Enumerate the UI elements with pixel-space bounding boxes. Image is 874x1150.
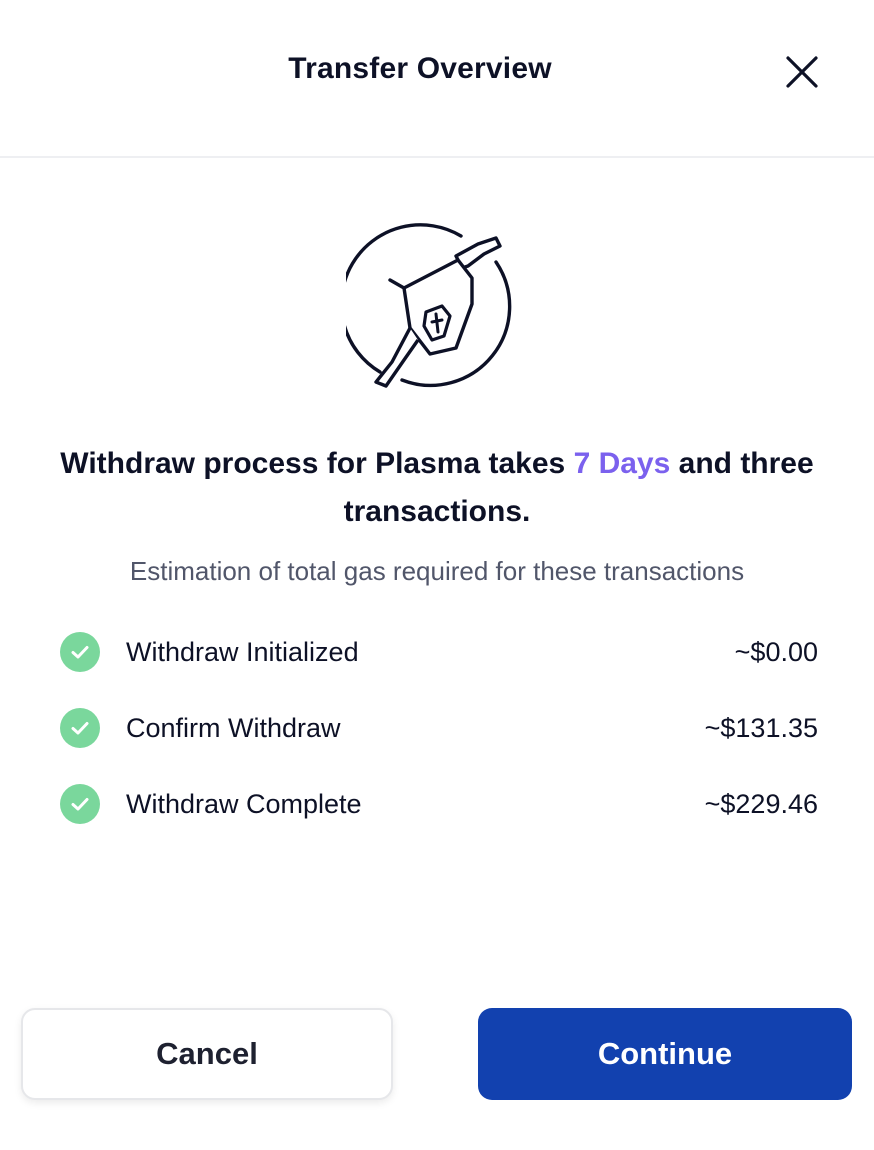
check-icon: [60, 708, 100, 748]
modal-title: Transfer Overview: [288, 52, 552, 85]
close-button[interactable]: [778, 48, 826, 96]
transaction-list: Withdraw Initialized ~$0.00 Confirm With…: [60, 614, 818, 842]
headline-part-1: Withdraw process for Plasma takes: [60, 447, 574, 480]
transaction-gas-cost: ~$229.46: [704, 788, 818, 819]
continue-button[interactable]: Continue: [478, 1008, 852, 1100]
check-icon: [60, 632, 100, 672]
transaction-row: Withdraw Initialized ~$0.00: [60, 614, 818, 690]
gas-estimate-caption: Estimation of total gas required for the…: [129, 556, 745, 586]
check-icon: [60, 784, 100, 824]
headline-duration: 7 Days: [573, 447, 671, 480]
transaction-row: Withdraw Complete ~$229.46: [60, 766, 818, 842]
close-icon: [786, 56, 818, 88]
modal-header: Transfer Overview: [0, 0, 874, 158]
transaction-gas-cost: ~$0.00: [734, 636, 818, 667]
transaction-gas-cost: ~$131.35: [704, 712, 818, 743]
gas-pump-icon: [339, 222, 522, 392]
cancel-button[interactable]: Cancel: [21, 1008, 393, 1100]
transaction-row: Confirm Withdraw ~$131.35: [60, 690, 818, 766]
transaction-label: Withdraw Initialized: [126, 636, 359, 667]
transaction-label: Confirm Withdraw: [126, 712, 341, 743]
withdraw-headline: Withdraw process for Plasma takes 7 Days…: [60, 440, 814, 536]
transaction-label: Withdraw Complete: [126, 788, 362, 819]
